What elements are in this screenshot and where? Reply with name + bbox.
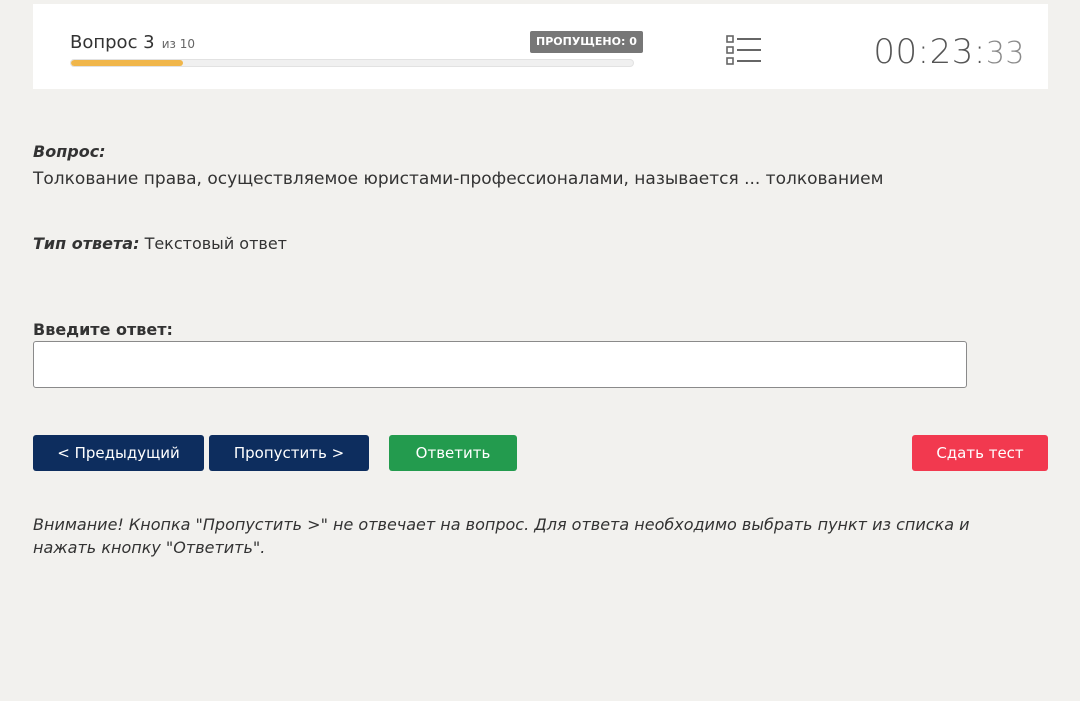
timer: 00:23:33	[873, 32, 1025, 72]
question-total: из 10	[161, 37, 195, 51]
timer-main: 00:23:	[873, 32, 986, 72]
answer-type: Тип ответа: Текстовый ответ	[33, 234, 287, 253]
answer-button[interactable]: Ответить	[389, 435, 517, 471]
question-counter: Вопрос 3 из 10	[70, 32, 195, 53]
previous-button[interactable]: < Предыдущий	[33, 435, 204, 471]
question-list-icon[interactable]	[726, 34, 762, 66]
answer-input[interactable]	[33, 341, 967, 388]
timer-seconds: 33	[985, 36, 1025, 71]
notice-text: Внимание! Кнопка "Пропустить >" не отвеч…	[33, 515, 970, 557]
progress-bar	[70, 59, 634, 67]
skip-button[interactable]: Пропустить >	[209, 435, 369, 471]
skipped-badge: ПРОПУЩЕНО: 0	[530, 31, 643, 53]
progress-bar-fill	[71, 60, 184, 66]
answer-input-label: Введите ответ:	[33, 320, 173, 339]
answer-type-label: Тип ответа:	[33, 234, 140, 253]
answer-type-value: Текстовый ответ	[144, 234, 287, 253]
question-number: Вопрос 3	[70, 32, 155, 53]
question-text: Толкование права, осуществляемое юристам…	[33, 169, 884, 189]
question-heading: Вопрос:	[33, 142, 106, 161]
test-header: Вопрос 3 из 10 ПРОПУЩЕНО: 0 00:23:33	[33, 4, 1048, 89]
submit-test-button[interactable]: Сдать тест	[912, 435, 1048, 471]
